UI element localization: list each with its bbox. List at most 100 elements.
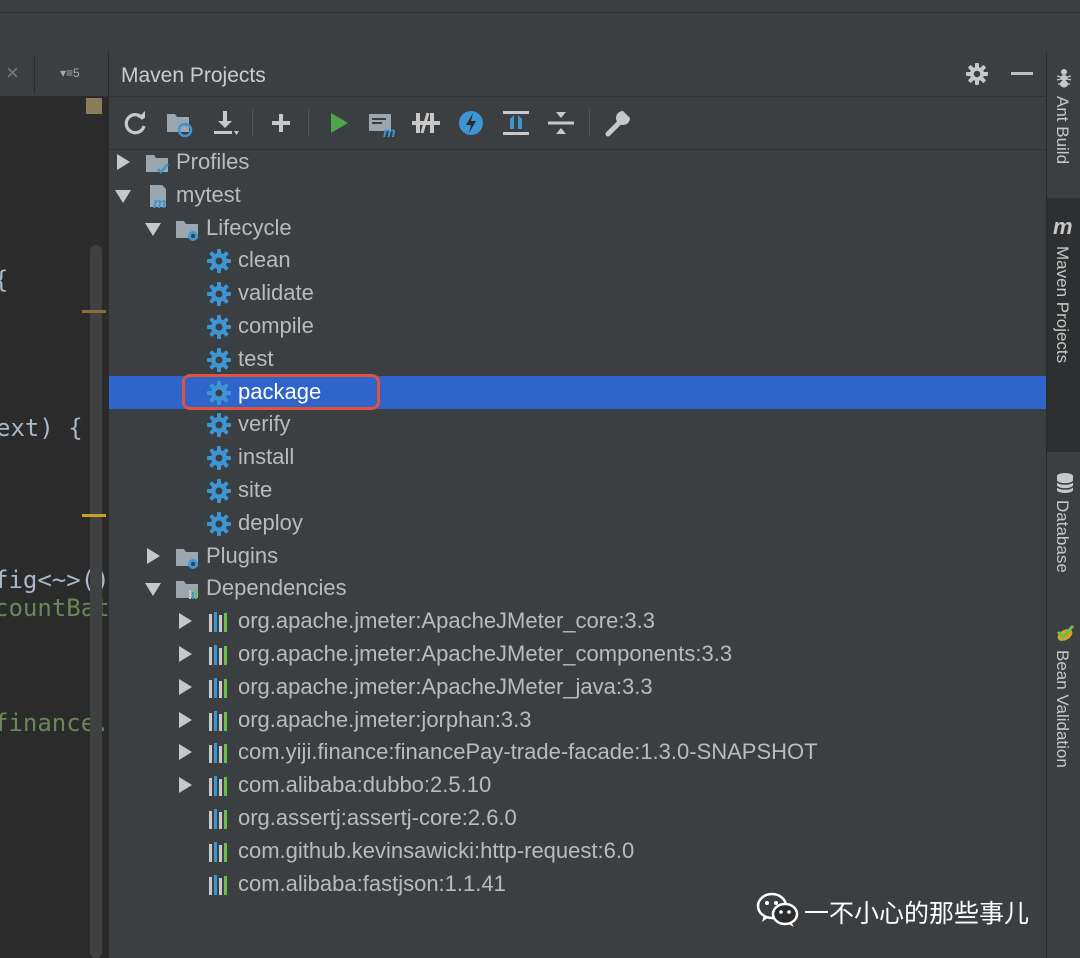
tree-item-label: verify bbox=[238, 411, 291, 437]
tree-item-label: Dependencies bbox=[206, 575, 347, 601]
minimize-icon[interactable] bbox=[1011, 72, 1033, 75]
chevron-right-icon[interactable] bbox=[179, 678, 192, 695]
tree-item-label: com.github.kevinsawicki:http-request:6.0 bbox=[238, 837, 635, 863]
chevron-right-icon[interactable] bbox=[179, 711, 192, 728]
gear-icon bbox=[206, 478, 232, 504]
close-icon[interactable]: × bbox=[6, 62, 19, 84]
lifecycle-goal-test[interactable]: test bbox=[109, 343, 1047, 376]
chevron-down-icon[interactable] bbox=[115, 189, 131, 203]
right-tool-window-bar: Ant Build m Maven Projects Database Bean… bbox=[1046, 52, 1080, 958]
lifecycle-goal-deploy[interactable]: deploy bbox=[109, 507, 1047, 540]
download-icon[interactable] bbox=[209, 107, 241, 139]
lifecycle-goal-verify[interactable]: verify bbox=[109, 408, 1047, 441]
skip-tests-icon[interactable] bbox=[455, 107, 487, 139]
editor-scrollbar[interactable] bbox=[90, 245, 102, 958]
wechat-icon bbox=[756, 892, 799, 927]
gear-icon bbox=[206, 314, 232, 340]
tree-item-label: org.apache.jmeter:jorphan:3.3 bbox=[238, 706, 532, 732]
watermark-text: 一不小心的那些事儿 bbox=[804, 900, 1030, 928]
dependency-item[interactable]: org.apache.jmeter:jorphan:3.3 bbox=[109, 704, 1047, 737]
chevron-right-icon[interactable] bbox=[179, 777, 192, 794]
chevron-right-icon[interactable] bbox=[147, 547, 160, 564]
gear-icon bbox=[206, 412, 232, 438]
wrench-icon[interactable] bbox=[602, 107, 634, 139]
gear-icon bbox=[206, 445, 232, 471]
execute-goal-icon[interactable]: m bbox=[366, 107, 398, 139]
chevron-right-icon[interactable] bbox=[179, 744, 192, 761]
tree-item-label: compile bbox=[238, 313, 314, 338]
tree-item-plugins[interactable]: Plugins bbox=[109, 540, 1047, 573]
top-divider bbox=[0, 12, 1080, 13]
code-line: finance.f bbox=[0, 709, 125, 737]
panel-title: Maven Projects bbox=[121, 64, 266, 87]
tree-item-label: validate bbox=[238, 280, 314, 306]
lifecycle-goal-install[interactable]: install bbox=[109, 441, 1047, 474]
tree-item-label: deploy bbox=[238, 509, 303, 535]
dependency-item[interactable]: com.github.kevinsawicki:http-request:6.0 bbox=[109, 835, 1047, 868]
show-dependencies-icon[interactable] bbox=[500, 107, 532, 139]
tab-divider bbox=[34, 56, 35, 94]
tab-label: Maven Projects bbox=[1053, 246, 1072, 364]
tree-item-label: site bbox=[238, 477, 273, 502]
tree-item-label: com.alibaba:dubbo:2.5.10 bbox=[238, 772, 492, 798]
tree-item-label: Profiles bbox=[176, 149, 250, 174]
tree-item-label: org.assertj:assertj-core:2.6.0 bbox=[238, 805, 517, 830]
add-icon[interactable] bbox=[265, 107, 297, 139]
editor-tab-list-menu[interactable]: ▾≡5 bbox=[60, 66, 80, 80]
library-icon bbox=[206, 773, 232, 799]
chevron-right-icon[interactable] bbox=[179, 613, 192, 630]
tree-item-label: Lifecycle bbox=[206, 214, 292, 240]
chevron-down-icon[interactable] bbox=[145, 222, 161, 236]
collapse-all-icon[interactable] bbox=[545, 107, 577, 139]
dependency-item[interactable]: org.apache.jmeter:ApacheJMeter_java:3.3 bbox=[109, 671, 1047, 704]
library-icon bbox=[206, 609, 232, 635]
code-line: ext) { bbox=[0, 414, 83, 442]
tab-database[interactable]: Database bbox=[1047, 464, 1080, 604]
tree-item-dependencies[interactable]: Dependencies bbox=[109, 572, 1047, 605]
chevron-right-icon[interactable] bbox=[179, 646, 192, 662]
watermark: 一不小心的那些事儿 bbox=[756, 890, 1046, 930]
dependency-item[interactable]: org.assertj:assertj-core:2.6.0 bbox=[109, 802, 1047, 835]
tab-ant-build[interactable]: Ant Build bbox=[1047, 64, 1080, 184]
tab-maven-projects[interactable]: m Maven Projects bbox=[1047, 198, 1080, 452]
gear-icon bbox=[206, 281, 232, 307]
library-icon bbox=[206, 806, 232, 832]
library-icon bbox=[206, 642, 232, 668]
window-top-bar bbox=[0, 0, 1080, 53]
dependency-item[interactable]: com.alibaba:dubbo:2.5.10 bbox=[109, 769, 1047, 802]
tree-item-profiles[interactable]: Profiles bbox=[109, 146, 1047, 179]
library-icon bbox=[206, 740, 232, 766]
tree-item-label: org.apache.jmeter:ApacheJMeter_java:3.3 bbox=[238, 673, 653, 699]
gear-icon[interactable] bbox=[965, 62, 989, 86]
run-icon[interactable] bbox=[322, 107, 354, 139]
lifecycle-goal-site[interactable]: site bbox=[109, 474, 1047, 507]
svg-text:m: m bbox=[153, 195, 166, 209]
tab-label: Ant Build bbox=[1053, 96, 1072, 165]
tab-label: Database bbox=[1053, 500, 1072, 573]
refresh-icon[interactable] bbox=[119, 107, 151, 139]
chevron-down-icon[interactable] bbox=[145, 583, 161, 597]
gear-icon bbox=[206, 248, 232, 274]
library-icon bbox=[206, 675, 232, 701]
lifecycle-goal-compile[interactable]: compile bbox=[109, 310, 1047, 343]
lifecycle-goal-validate[interactable]: validate bbox=[109, 277, 1047, 310]
tree-item-project[interactable]: m mytest bbox=[109, 179, 1047, 212]
tree-item-lifecycle[interactable]: Lifecycle bbox=[109, 212, 1047, 245]
generate-sources-icon[interactable] bbox=[164, 107, 196, 139]
code-line: { bbox=[0, 266, 8, 294]
dependency-item[interactable]: com.yiji.finance:financePay-trade-facade… bbox=[109, 736, 1047, 769]
gutter-marker bbox=[86, 98, 102, 114]
profiles-folder-icon bbox=[144, 150, 170, 176]
toggle-offline-icon[interactable] bbox=[410, 107, 442, 139]
tree-item-label: clean bbox=[238, 247, 291, 273]
chevron-right-icon[interactable] bbox=[117, 154, 130, 170]
tree-item-label: com.alibaba:fastjson:1.1.41 bbox=[238, 870, 506, 896]
bean-validation-icon bbox=[1056, 624, 1075, 641]
tree-item-label: org.apache.jmeter:ApacheJMeter_core:3.3 bbox=[238, 608, 656, 634]
library-icon bbox=[206, 839, 232, 865]
lifecycle-goal-clean[interactable]: clean bbox=[109, 244, 1047, 277]
dependencies-folder-icon bbox=[174, 576, 200, 602]
dependency-item[interactable]: org.apache.jmeter:ApacheJMeter_component… bbox=[109, 638, 1047, 671]
dependency-item[interactable]: org.apache.jmeter:ApacheJMeter_core:3.3 bbox=[109, 605, 1047, 638]
tab-bean-validation[interactable]: Bean Validation bbox=[1047, 618, 1080, 798]
